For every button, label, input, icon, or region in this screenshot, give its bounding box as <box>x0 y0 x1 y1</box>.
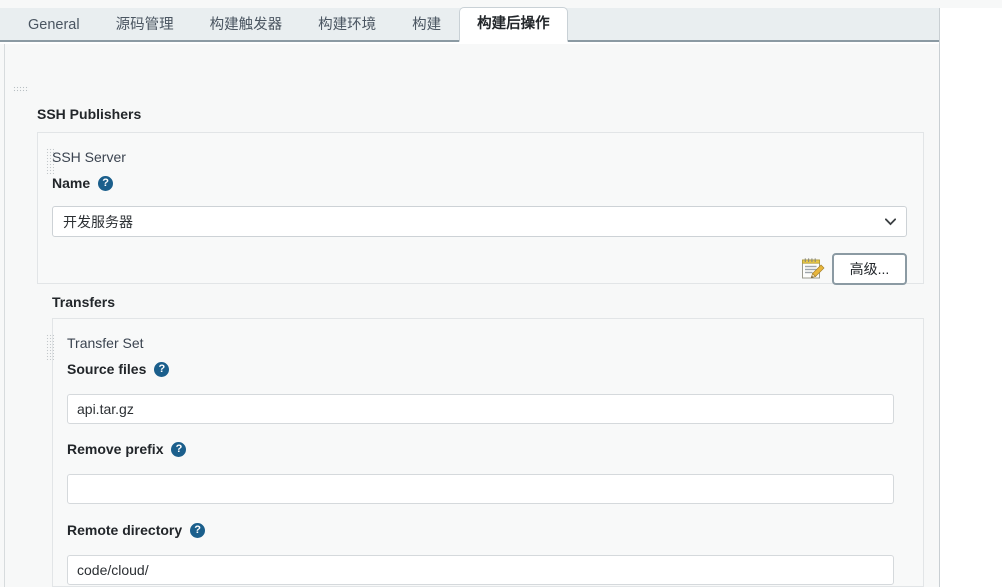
remote-directory-input[interactable]: code/cloud/ <box>67 555 894 585</box>
tab-general[interactable]: General <box>10 8 98 42</box>
tab-bar: General 源码管理 构建触发器 构建环境 构建 构建后操作 <box>0 7 939 42</box>
remote-directory-label-text: Remote directory <box>67 522 183 538</box>
remove-prefix-field-label: Remove prefix ? <box>67 441 187 457</box>
help-icon[interactable]: ? <box>171 441 187 457</box>
tab-build-environment[interactable]: 构建环境 <box>300 8 394 42</box>
source-files-field-label: Source files ? <box>67 361 170 377</box>
ssh-server-label: SSH Server <box>52 149 126 165</box>
remove-prefix-input[interactable] <box>67 474 894 504</box>
tab-bar-right-fill <box>939 8 1002 42</box>
source-files-input[interactable]: api.tar.gz <box>67 394 894 424</box>
ssh-server-name-select[interactable]: 开发服务器 <box>52 206 907 237</box>
help-icon[interactable]: ? <box>190 522 206 538</box>
advanced-button[interactable]: 高级... <box>832 253 907 285</box>
notepad-pencil-icon[interactable] <box>800 256 826 282</box>
tab-build[interactable]: 构建 <box>394 8 459 42</box>
help-icon[interactable]: ? <box>98 175 114 191</box>
ssh-name-label-text: Name <box>52 175 91 191</box>
tab-build-triggers[interactable]: 构建触发器 <box>192 8 301 42</box>
tab-post-build-actions[interactable]: 构建后操作 <box>459 7 568 42</box>
remove-prefix-label-text: Remove prefix <box>67 441 164 457</box>
ssh-publishers-title: SSH Publishers <box>37 106 142 122</box>
source-files-value: api.tar.gz <box>77 401 134 417</box>
remote-directory-value: code/cloud/ <box>77 562 149 578</box>
content-right-divider <box>939 8 940 587</box>
app-root: General 源码管理 构建触发器 构建环境 构建 构建后操作 SSH Pub… <box>0 0 1002 587</box>
transfer-set-label: Transfer Set <box>67 335 144 351</box>
ssh-publishers-section: SSH Publishers SSH Server Name ? 开发服务器 高… <box>4 44 939 587</box>
transfer-set-drag-grip[interactable] <box>46 334 54 360</box>
tab-source-code-management[interactable]: 源码管理 <box>98 8 192 42</box>
form-page: SSH Publishers SSH Server Name ? 开发服务器 高… <box>0 44 939 587</box>
remote-directory-field-label: Remote directory ? <box>67 522 206 538</box>
ssh-name-field-label: Name ? <box>52 175 114 191</box>
ssh-publishers-drag-grip[interactable] <box>13 86 29 93</box>
source-files-label-text: Source files <box>67 361 147 377</box>
transfers-title: Transfers <box>52 294 116 310</box>
help-icon[interactable]: ? <box>154 361 170 377</box>
advanced-button-label: 高级... <box>849 261 890 277</box>
chevron-down-icon <box>885 218 896 225</box>
ssh-server-name-value: 开发服务器 <box>63 213 133 230</box>
